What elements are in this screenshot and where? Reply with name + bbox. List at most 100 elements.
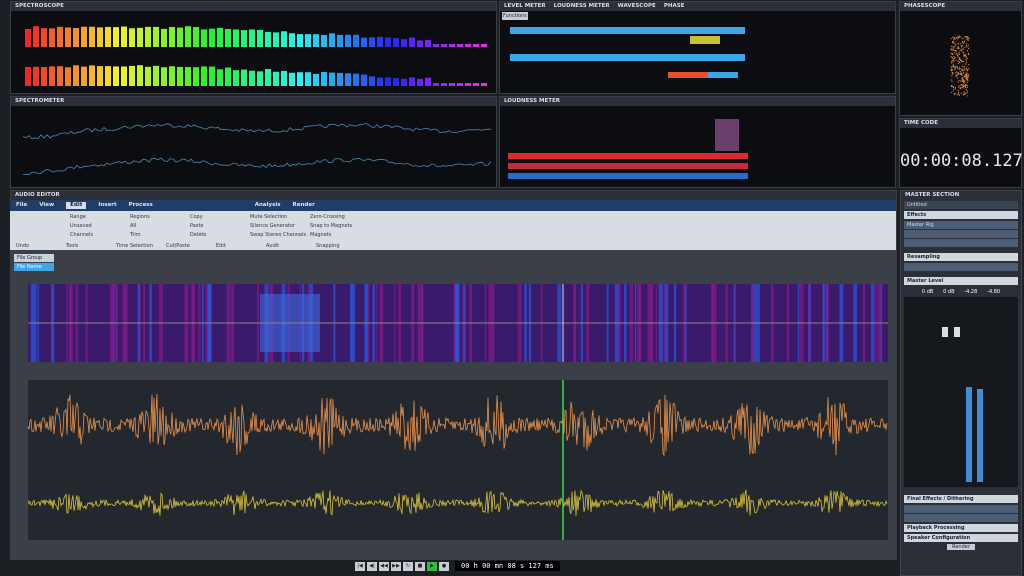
waveform[interactable] — [28, 380, 888, 540]
record-icon[interactable]: ● — [439, 561, 449, 571]
tab-edit[interactable]: Edit — [66, 202, 87, 209]
spectrometer-title: Spectrometer — [15, 98, 65, 104]
spectrum-bar — [137, 27, 143, 47]
audio-editor-title: Audio Editor — [15, 192, 60, 198]
phase-dot — [952, 49, 954, 51]
spectrum-bar — [129, 65, 135, 86]
ribbon-group-label: Edit — [216, 243, 226, 249]
spectrum-bar — [329, 33, 335, 47]
spectrum-bar — [137, 65, 143, 86]
resampling-header[interactable]: Resampling — [904, 253, 1018, 261]
ribbon-button[interactable]: Range — [70, 214, 86, 220]
master-meters — [904, 297, 1018, 487]
ribbon-button[interactable]: Magnets — [310, 232, 331, 238]
final-slot[interactable] — [904, 514, 1018, 522]
phase-dot — [950, 45, 953, 47]
spectrum-bar — [73, 65, 79, 86]
effect-slot-3[interactable] — [904, 239, 1018, 247]
phase-dot — [960, 84, 962, 86]
speaker-configuration[interactable]: Speaker Configuration — [904, 534, 1018, 542]
tab-level-meter[interactable]: Level Meter — [504, 3, 546, 10]
rewind-icon[interactable]: ◀◀ — [379, 561, 389, 571]
time-code-title: Time Code — [904, 120, 938, 126]
spectrum-bar — [313, 73, 319, 86]
fader-left[interactable] — [942, 327, 948, 337]
effect-slot-2[interactable] — [904, 230, 1018, 238]
phase-dot — [959, 61, 961, 64]
spectrum-bar — [57, 26, 63, 47]
phase-dot — [955, 66, 957, 69]
ribbon-button[interactable]: Snap to Magnets — [310, 223, 352, 229]
phase-dot — [961, 73, 963, 75]
phase-dot — [967, 37, 969, 39]
spectrum-bar — [337, 72, 343, 86]
spectrum-bar — [233, 29, 239, 47]
spectrum-bar — [329, 72, 335, 86]
tab-file[interactable]: File — [16, 202, 27, 209]
ribbon-button[interactable]: Trim — [130, 232, 141, 238]
loop-icon[interactable]: ↻ — [403, 561, 413, 571]
phase-dot — [954, 57, 956, 59]
spectrum-bar — [65, 27, 71, 47]
spectrum-bar — [433, 44, 439, 47]
render-button[interactable]: Render — [947, 544, 975, 550]
tab-wavescope[interactable]: Wavescope — [618, 3, 656, 10]
tab-phase[interactable]: Phase — [664, 3, 685, 10]
spectrometer-curve — [22, 157, 492, 175]
ribbon-button[interactable]: Zero-Crossing — [310, 214, 345, 220]
ribbon-button[interactable]: Unsaved — [70, 223, 92, 229]
final-slot[interactable] — [904, 505, 1018, 513]
phase-dot — [965, 58, 967, 60]
file-group-tab[interactable]: File Group — [14, 254, 54, 262]
ribbon-button[interactable]: Paste — [190, 223, 204, 229]
tab-render[interactable]: Render — [293, 202, 315, 209]
ribbon-button[interactable]: Copy — [190, 214, 203, 220]
ribbon-button[interactable]: Silence Generator — [250, 223, 295, 229]
phase-dot — [957, 62, 959, 65]
phase-dot — [950, 37, 952, 40]
phase-dot — [967, 52, 970, 55]
spectrum-bar — [193, 67, 199, 86]
tab-loudness[interactable]: Loudness Meter — [554, 3, 610, 10]
effect-slot-1[interactable]: Master Rig — [904, 221, 1018, 229]
ribbon-button[interactable]: Swap Stereo Channels — [250, 232, 306, 238]
forward-icon[interactable]: ▶▶ — [391, 561, 401, 571]
functions-button[interactable]: Functions — [502, 12, 528, 20]
spectrum-bar — [385, 77, 391, 86]
phase-dot — [962, 60, 965, 62]
phase-dot — [956, 67, 959, 69]
tab-analysis[interactable]: Analysis — [255, 202, 281, 209]
spectrum-bar — [361, 74, 367, 86]
prev-marker-icon[interactable]: ◀| — [367, 561, 377, 571]
tab-view[interactable]: View — [39, 202, 54, 209]
phase-dot — [961, 77, 964, 79]
resampling-slot[interactable] — [904, 263, 1018, 271]
ribbon-button[interactable]: Mute Selection — [250, 214, 287, 220]
playback-processing[interactable]: Playback Processing — [904, 524, 1018, 532]
spectrum-bar — [225, 67, 231, 86]
spectrum-bar — [353, 73, 359, 86]
final-effects-header[interactable]: Final Effects / Dithering — [904, 495, 1018, 503]
phase-dot — [964, 80, 966, 82]
rewind-start-icon[interactable]: |◀ — [355, 561, 365, 571]
fader-right[interactable] — [954, 327, 960, 337]
master-section: Master Section Untitled Effects Master R… — [900, 190, 1022, 576]
play-icon[interactable]: ▶ — [427, 561, 437, 571]
ribbon-button[interactable]: All — [130, 223, 136, 229]
ribbon-button[interactable]: Delete — [190, 232, 206, 238]
effects-header[interactable]: Effects — [904, 211, 1018, 219]
spectrum-bar — [265, 31, 271, 47]
spectrum-bar — [313, 34, 319, 47]
phase-dot — [961, 46, 963, 48]
correlation-blue — [708, 72, 738, 78]
ribbon-button[interactable]: Regions — [130, 214, 150, 220]
file-name-tab[interactable]: File Name — [14, 263, 54, 271]
master-level-header[interactable]: Master Level — [904, 277, 1018, 285]
preset-field[interactable]: Untitled — [904, 201, 1018, 209]
stop-icon[interactable]: ■ — [415, 561, 425, 571]
loudness-title: Loudness Meter — [504, 98, 560, 104]
tab-insert[interactable]: Insert — [98, 202, 116, 209]
phase-dot — [951, 73, 953, 75]
ribbon-button[interactable]: Channels — [70, 232, 93, 238]
tab-process[interactable]: Process — [129, 202, 153, 209]
